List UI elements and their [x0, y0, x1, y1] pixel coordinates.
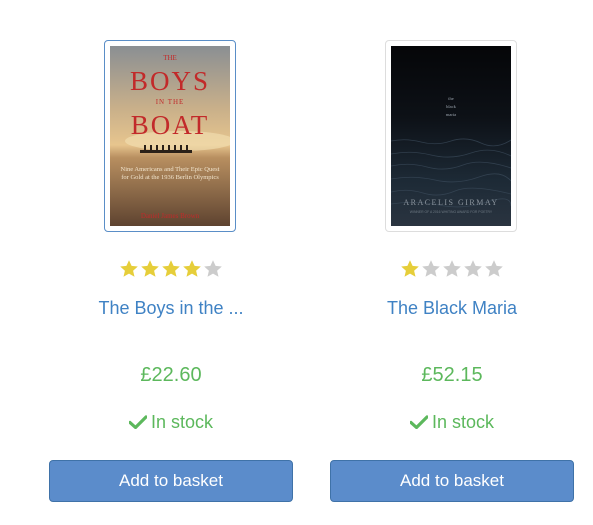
availability: In stock [49, 411, 293, 433]
cover-tagline: WINNER OF A 2016 WHITING AWARD FOR POETR… [410, 210, 493, 214]
cover-line: THE [163, 54, 177, 62]
availability-label: In stock [150, 412, 214, 432]
star-icon [140, 259, 160, 279]
cover-line: the [448, 96, 454, 101]
star-icon [421, 259, 441, 279]
cover-author: Daniel James Brown [141, 212, 200, 220]
star-icon [442, 259, 462, 279]
cover-line: maria [446, 112, 456, 117]
star-icon [161, 259, 181, 279]
add-to-basket-button[interactable]: Add to basket [330, 460, 574, 502]
product-card: the black maria ARACELIS GIRMAY WINNER O… [330, 0, 574, 525]
check-icon [409, 412, 429, 430]
star-icon [182, 259, 202, 279]
cover-line: BOYS [130, 66, 210, 96]
product-card: THE BOYS IN THE BOAT Nine Americans and … [49, 0, 293, 525]
cover-author: ARACELIS GIRMAY [403, 198, 498, 207]
book-cover-image: THE BOYS IN THE BOAT Nine Americans and … [110, 46, 230, 226]
product-title-link[interactable]: The Boys in the ... [49, 296, 293, 320]
book-thumbnail-link[interactable]: THE BOYS IN THE BOAT Nine Americans and … [104, 40, 236, 232]
star-icon [484, 259, 504, 279]
product-price: £22.60 [140, 364, 202, 386]
star-icon [203, 259, 223, 279]
book-thumbnail-link[interactable]: the black maria ARACELIS GIRMAY WINNER O… [385, 40, 517, 232]
star-icon [463, 259, 483, 279]
check-icon [128, 412, 148, 430]
cover-line: IN THE [156, 98, 185, 106]
cover-line: black [446, 104, 456, 109]
product-title-link[interactable]: The Black Maria [330, 296, 574, 320]
cover-subtitle: Nine Americans and Their Epic Quest for … [120, 166, 220, 181]
availability-label: In stock [431, 412, 495, 432]
book-cover-image: the black maria ARACELIS GIRMAY WINNER O… [391, 46, 511, 226]
star-icon [400, 259, 420, 279]
product-price: £52.15 [421, 364, 483, 386]
add-to-basket-button[interactable]: Add to basket [49, 460, 293, 502]
product-grid: THE BOYS IN THE BOAT Nine Americans and … [0, 0, 593, 525]
availability: In stock [330, 411, 574, 433]
cover-line: BOAT [131, 110, 210, 140]
star-rating [49, 259, 293, 289]
star-rating [330, 259, 574, 289]
star-icon [119, 259, 139, 279]
